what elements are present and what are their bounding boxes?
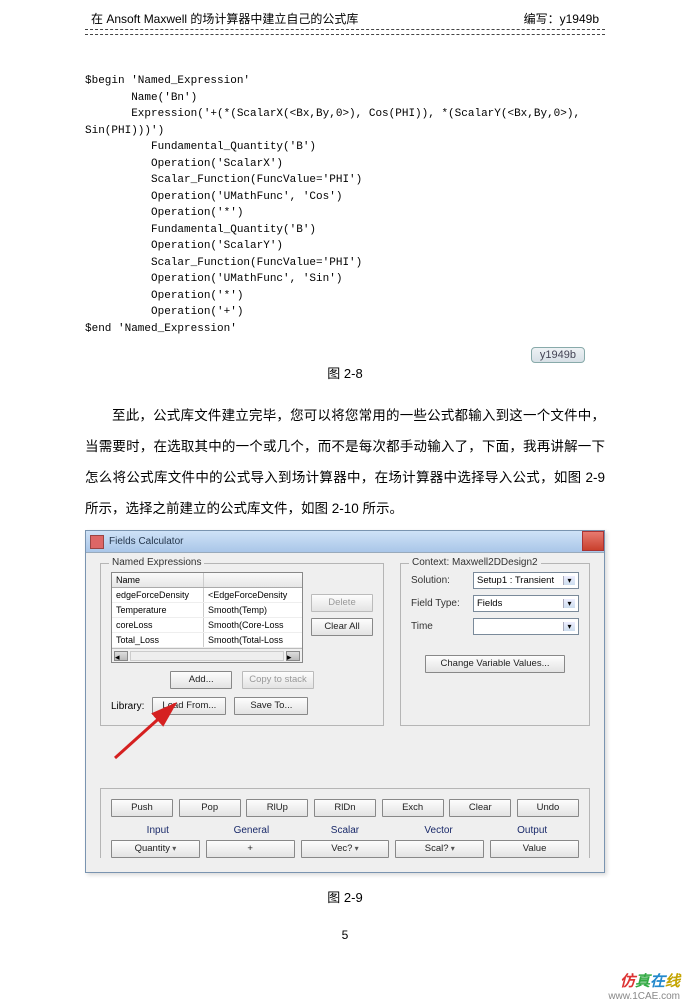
- vec-dropdown[interactable]: Vec?: [301, 840, 390, 858]
- table-row[interactable]: Total_Loss Smooth(Total-Loss: [112, 633, 302, 648]
- table-row[interactable]: Temperature Smooth(Temp): [112, 603, 302, 618]
- footer-url: www.1CAE.com: [608, 991, 680, 1002]
- body-paragraph: 至此，公式库文件建立完毕，您可以将您常用的一些公式都输入到这一个文件中，当需要时…: [85, 400, 605, 524]
- chevron-down-icon: ▾: [563, 576, 575, 585]
- chevron-down-icon: ▾: [563, 599, 575, 608]
- figure-caption-2-8: 图 2-8: [85, 363, 605, 382]
- plus-button[interactable]: +: [206, 840, 295, 858]
- load-from-button[interactable]: Load From...: [152, 697, 226, 715]
- chevron-down-icon: ▾: [563, 622, 575, 631]
- library-label: Library:: [111, 701, 144, 712]
- solution-combo[interactable]: Setup1 : Transient ▾: [473, 572, 579, 589]
- code-listing: $begin 'Named_Expression' Name('Bn') Exp…: [85, 73, 605, 337]
- time-label: Time: [411, 621, 473, 632]
- save-to-button[interactable]: Save To...: [234, 697, 308, 715]
- header-divider: [85, 29, 605, 30]
- field-type-combo[interactable]: Fields ▾: [473, 595, 579, 612]
- page-header: 在 Ansoft Maxwell 的场计算器中建立自己的公式库 编写：y1949…: [85, 10, 605, 27]
- clear-button[interactable]: Clear: [449, 799, 511, 817]
- page-footer: 仿真在线 www.1CAE.com: [608, 970, 680, 1002]
- footer-brand: 仿真在线: [608, 970, 680, 991]
- rldn-button[interactable]: RlDn: [314, 799, 376, 817]
- exch-button[interactable]: Exch: [382, 799, 444, 817]
- dialog-titlebar: Fields Calculator: [86, 531, 604, 553]
- app-icon: [90, 535, 104, 549]
- context-label: Context: Maxwell2DDesign2: [409, 557, 541, 568]
- named-expressions-label: Named Expressions: [109, 557, 204, 568]
- table-row[interactable]: edgeForceDensity <EdgeForceDensity: [112, 588, 302, 603]
- dialog-title: Fields Calculator: [109, 536, 183, 547]
- doc-title: 在 Ansoft Maxwell 的场计算器中建立自己的公式库: [91, 10, 358, 27]
- calc-column-headers: Input General Scalar Vector Output: [111, 825, 579, 836]
- col-name: Name: [112, 573, 204, 587]
- named-expressions-table[interactable]: Name edgeForceDensity <EdgeForceDensity …: [111, 572, 303, 663]
- doc-author: 编写：y1949b: [524, 10, 599, 27]
- col-expr: [204, 573, 302, 587]
- undo-button[interactable]: Undo: [517, 799, 579, 817]
- table-header: Name: [112, 573, 302, 588]
- time-combo[interactable]: ▾: [473, 618, 579, 635]
- clear-all-button[interactable]: Clear All: [311, 618, 373, 636]
- close-icon[interactable]: [582, 531, 604, 551]
- add-button[interactable]: Add...: [170, 671, 232, 689]
- scal-dropdown[interactable]: Scal?: [395, 840, 484, 858]
- change-variable-values-button[interactable]: Change Variable Values...: [425, 655, 565, 673]
- context-group: Context: Maxwell2DDesign2 Solution: Setu…: [400, 563, 590, 726]
- calculator-panel: Push Pop RlUp RlDn Exch Clear Undo Input…: [100, 788, 590, 858]
- solution-label: Solution:: [411, 575, 473, 586]
- scroll-left-icon[interactable]: ◂: [114, 651, 128, 661]
- page-number: 5: [85, 928, 605, 942]
- fields-calculator-dialog: Fields Calculator Named Expressions Name: [85, 530, 605, 873]
- watermark-badge: y1949b: [531, 347, 585, 363]
- field-type-label: Field Type:: [411, 598, 473, 609]
- push-button[interactable]: Push: [111, 799, 173, 817]
- table-scrollbar[interactable]: ◂ ▸: [112, 648, 302, 662]
- pop-button[interactable]: Pop: [179, 799, 241, 817]
- scroll-right-icon[interactable]: ▸: [286, 651, 300, 661]
- named-expressions-group: Named Expressions Name edgeForceDensity: [100, 563, 384, 726]
- rlup-button[interactable]: RlUp: [246, 799, 308, 817]
- quantity-dropdown[interactable]: Quantity: [111, 840, 200, 858]
- delete-button[interactable]: Delete: [311, 594, 373, 612]
- figure-caption-2-9: 图 2-9: [85, 887, 605, 906]
- value-button[interactable]: Value: [490, 840, 579, 858]
- table-row[interactable]: coreLoss Smooth(Core-Loss: [112, 618, 302, 633]
- header-divider-2: [85, 34, 605, 35]
- copy-to-stack-button[interactable]: Copy to stack: [242, 671, 314, 689]
